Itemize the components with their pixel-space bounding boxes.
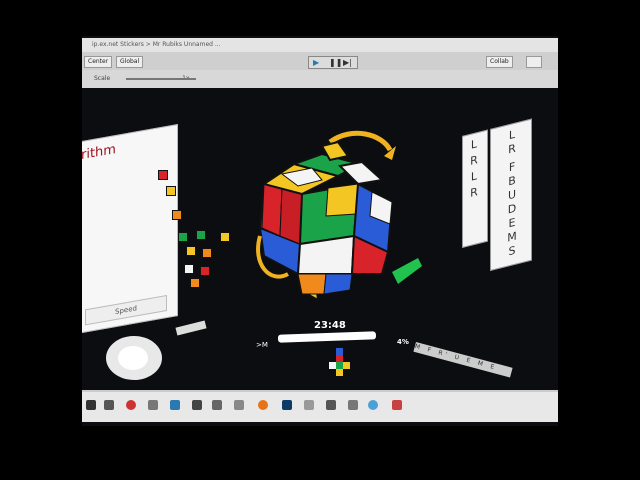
algorithm-title: rithm — [82, 141, 116, 164]
cube-net-preview — [329, 348, 350, 376]
menu-bar: ip.ex.net Stickers > Mr Rubiks Unnamed .… — [82, 38, 558, 52]
mini-piece[interactable] — [184, 264, 194, 274]
scale-label: Scale — [94, 75, 111, 82]
mini-piece[interactable] — [172, 210, 182, 220]
mini-piece[interactable] — [178, 232, 188, 242]
play-controls: ▶ ❚❚ ▶| — [308, 56, 358, 69]
monitor-screen: ip.ex.net Stickers > Mr Rubiks Unnamed .… — [82, 36, 558, 426]
mini-piece[interactable] — [166, 186, 176, 196]
cube-right-face[interactable] — [350, 182, 394, 275]
move-label: >M — [256, 341, 268, 349]
step-icon[interactable]: ▶| — [343, 57, 352, 68]
editor-toolbar: Center Global ▶ ❚❚ ▶| Collab — [82, 52, 558, 70]
mini-piece[interactable] — [190, 278, 200, 288]
move-letter[interactable]: R — [463, 183, 485, 201]
pause-icon[interactable]: ❚❚ — [329, 57, 342, 68]
unity-icon[interactable] — [192, 400, 202, 410]
collab-button[interactable]: Collab — [486, 56, 513, 68]
center-toggle-button[interactable]: Center — [84, 56, 113, 68]
scale-slider[interactable] — [126, 78, 196, 80]
cube-top-face[interactable] — [261, 140, 385, 196]
mini-piece[interactable] — [186, 246, 196, 256]
algorithm-panel: rithm Speed — [82, 124, 178, 334]
progress-bar — [277, 331, 377, 343]
explorer-icon[interactable] — [212, 400, 222, 410]
moves-panel: L R L R L R F B U D E M S — [462, 112, 558, 286]
rubiks-cube[interactable] — [242, 124, 432, 314]
moves-column-1: L R L R — [462, 129, 488, 248]
network-icon[interactable] — [326, 400, 336, 410]
game-view-bar: Scale 1x — [82, 70, 558, 88]
moves-strip: M F R' U E M E — [413, 342, 513, 378]
green-arrow-icon[interactable] — [392, 258, 422, 284]
mini-piece[interactable] — [196, 230, 206, 240]
timer: 23:48 — [314, 320, 346, 331]
cloud-icon[interactable] — [368, 400, 378, 410]
edge-icon[interactable] — [170, 400, 180, 410]
progress-percent: 4% — [397, 338, 409, 346]
speed-handle[interactable] — [175, 320, 207, 336]
mini-piece[interactable] — [158, 170, 168, 180]
play-icon[interactable]: ▶ — [313, 57, 319, 68]
cube-front-face[interactable] — [296, 182, 360, 295]
mini-piece[interactable] — [220, 232, 230, 242]
photoshop-icon[interactable] — [282, 400, 292, 410]
joystick-knob-center[interactable] — [118, 346, 148, 370]
volume-icon[interactable] — [348, 400, 358, 410]
search-icon[interactable] — [104, 400, 114, 410]
windows-icon[interactable] — [86, 400, 96, 410]
menu-text: ip.ex.net Stickers > Mr Rubiks Unnamed .… — [92, 41, 221, 48]
moves-column-2: L R F B U D E M S — [490, 118, 532, 272]
global-toggle-button[interactable]: Global — [116, 56, 144, 68]
mini-piece[interactable] — [202, 248, 212, 258]
power-icon[interactable] — [392, 400, 402, 410]
taskbar — [82, 390, 558, 422]
cloud-icon[interactable] — [526, 56, 542, 68]
settings-icon[interactable] — [234, 400, 244, 410]
speed-slider[interactable]: Speed — [85, 294, 167, 326]
chrome-icon[interactable] — [126, 400, 136, 410]
firefox-icon[interactable] — [258, 400, 268, 410]
mini-piece[interactable] — [200, 266, 210, 276]
app-icon[interactable] — [304, 400, 314, 410]
files-icon[interactable] — [148, 400, 158, 410]
